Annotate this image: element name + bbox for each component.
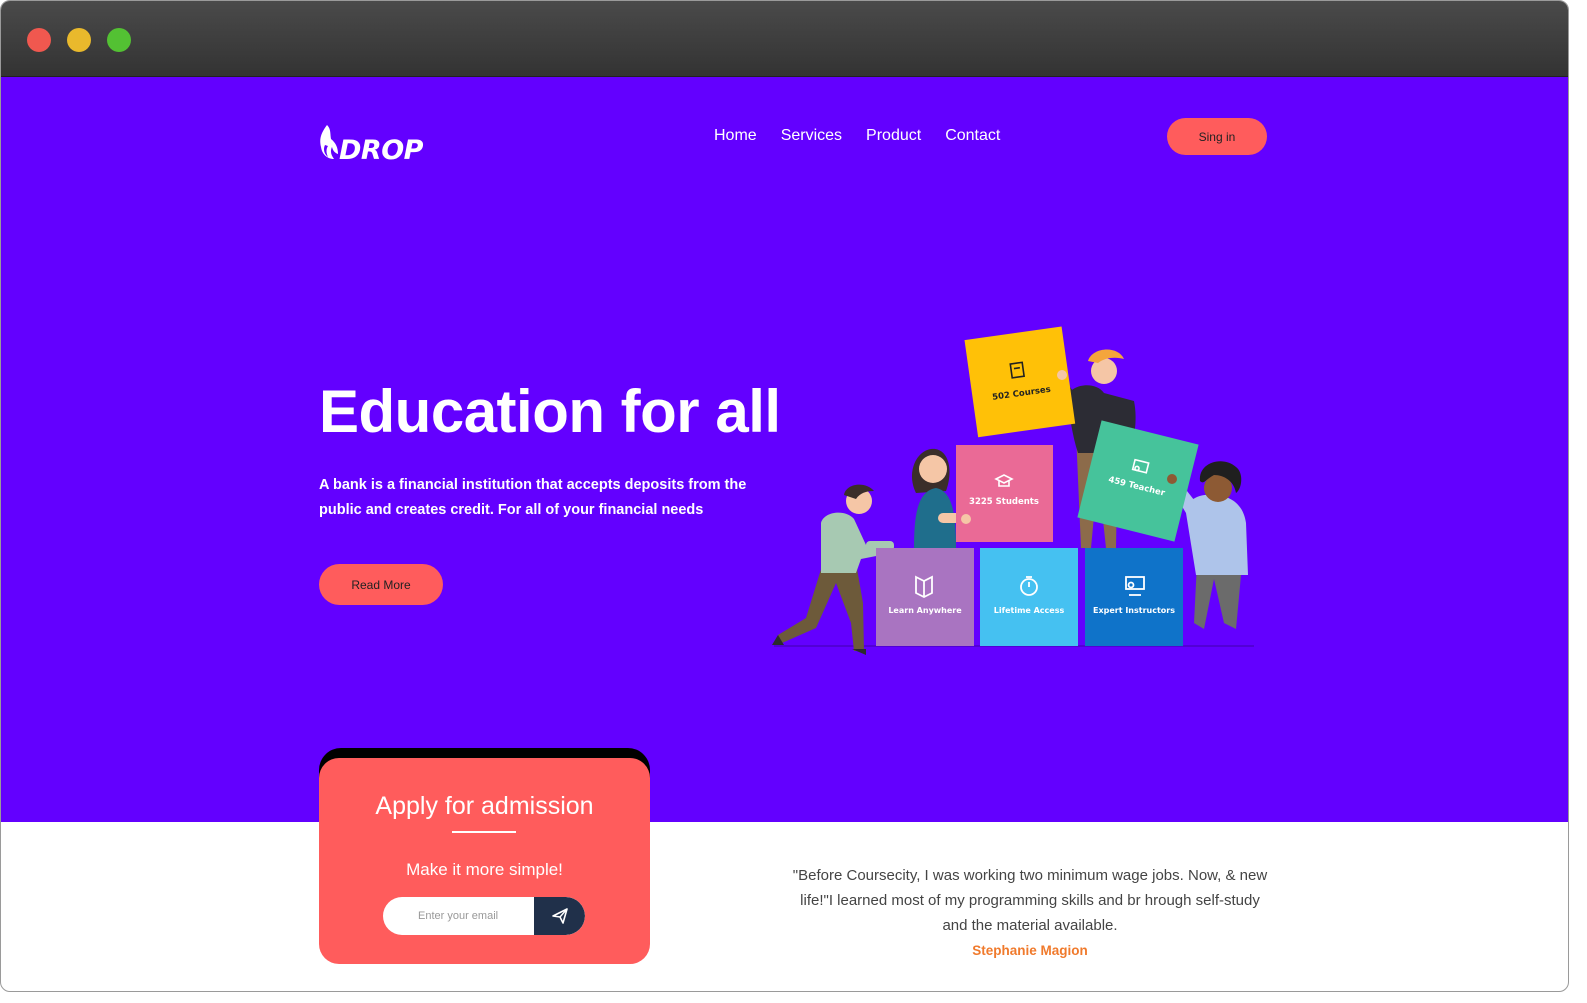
- main-nav: Home Services Product Contact: [714, 127, 1000, 145]
- block-lifetime-access: Lifetime Access: [980, 548, 1078, 646]
- browser-window: DROP Home Services Product Contact Sing …: [0, 0, 1569, 992]
- block-expert-instructors: Expert Instructors: [1085, 548, 1183, 646]
- boy-hand: [1057, 370, 1067, 380]
- block-learn-anywhere: Learn Anywhere: [876, 548, 974, 646]
- block-lifetime-access-label: Lifetime Access: [994, 606, 1065, 615]
- admission-card: Apply for admission Make it more simple!: [319, 758, 650, 964]
- close-window-button[interactable]: [27, 28, 51, 52]
- girl-hand: [1167, 474, 1177, 484]
- block-learn-anywhere-label: Learn Anywhere: [888, 606, 962, 615]
- drop-logo[interactable]: DROP: [317, 121, 427, 167]
- admission-title-underline: [452, 831, 516, 833]
- svg-text:DROP: DROP: [339, 135, 424, 166]
- hero-description: A bank is a financial institution that a…: [319, 477, 747, 518]
- testimonial-quote: "Before Coursecity, I was working two mi…: [792, 867, 1268, 934]
- email-form: [383, 897, 585, 935]
- minimize-window-button[interactable]: [67, 28, 91, 52]
- send-email-button[interactable]: [534, 897, 585, 935]
- read-more-button[interactable]: Read More: [319, 564, 443, 605]
- block-courses: 502 Courses: [964, 326, 1076, 438]
- testimonial-author: Stephanie Magion: [972, 943, 1088, 958]
- hero-title: Education for all: [319, 378, 781, 445]
- nav-services[interactable]: Services: [781, 127, 842, 145]
- window-titlebar: [1, 1, 1568, 77]
- nav-home[interactable]: Home: [714, 127, 757, 145]
- flame-icon: [320, 125, 338, 159]
- admission-title: Apply for admission: [375, 792, 594, 820]
- nav-product[interactable]: Product: [866, 127, 921, 145]
- woman-hand: [961, 514, 971, 524]
- paper-plane-icon: [551, 908, 568, 924]
- maximize-window-button[interactable]: [107, 28, 131, 52]
- email-input[interactable]: [383, 897, 534, 935]
- block-students-label: 3225 Students: [969, 497, 1039, 507]
- nav-contact[interactable]: Contact: [945, 127, 1000, 145]
- block-students: 3225 Students: [956, 445, 1053, 542]
- block-expert-instructors-label: Expert Instructors: [1093, 606, 1175, 615]
- hero-illustration: Learn Anywhere Lifetime Access Expert In…: [772, 326, 1254, 655]
- sign-in-button[interactable]: Sing in: [1167, 118, 1267, 155]
- admission-subtitle: Make it more simple!: [406, 860, 563, 879]
